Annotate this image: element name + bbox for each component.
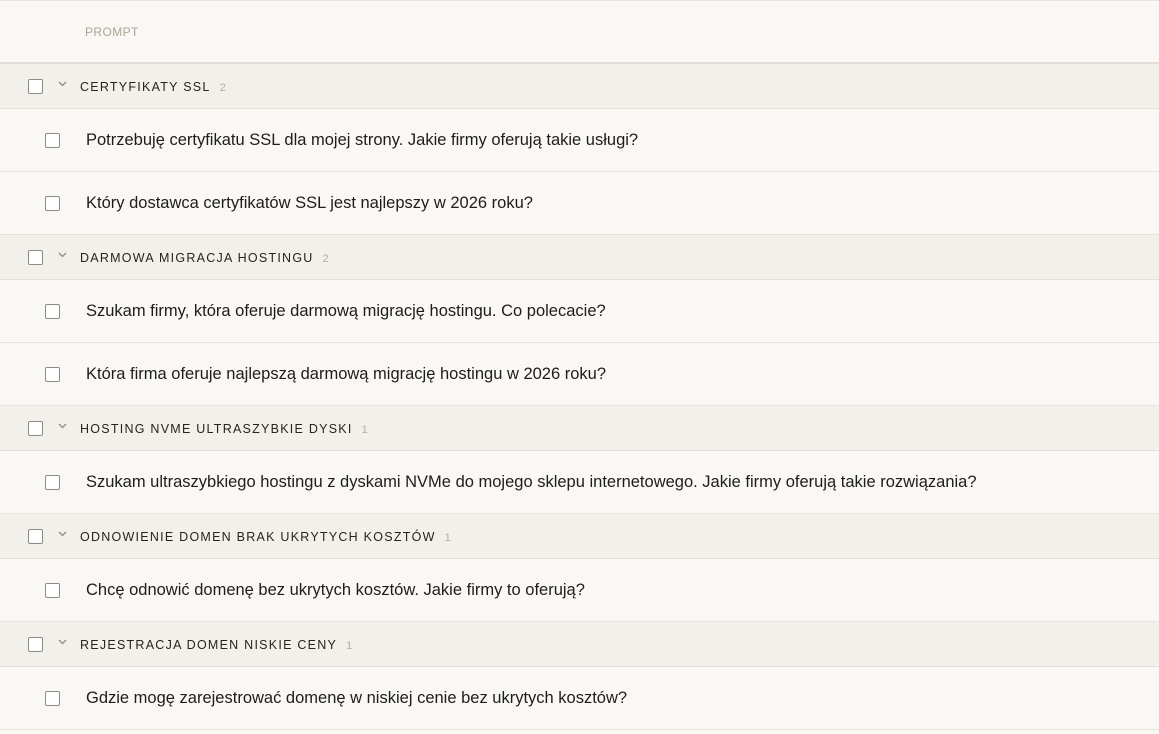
prompt-text: Potrzebuję certyfikatu SSL dla mojej str… [86, 131, 639, 149]
row-checkbox[interactable] [45, 583, 60, 598]
table-header: PROMPT [0, 1, 1159, 64]
table-row[interactable]: Gdzie mogę zarejestrować domenę w niskie… [0, 667, 1159, 730]
group-checkbox[interactable] [28, 421, 43, 436]
row-checkbox[interactable] [45, 196, 60, 211]
group-title: DARMOWA MIGRACJA HOSTINGU 2 [80, 251, 329, 265]
group-count: 1 [346, 640, 353, 652]
prompt-text: Która firma oferuje najlepszą darmową mi… [86, 365, 607, 383]
group-row-certyfikaty-ssl[interactable]: CERTYFIKATY SSL 2 [0, 64, 1159, 109]
group-checkbox[interactable] [28, 637, 43, 652]
group-checkbox[interactable] [28, 529, 43, 544]
prompt-text: Który dostawca certyfikatów SSL jest naj… [86, 194, 533, 212]
row-checkbox[interactable] [45, 133, 60, 148]
group-title-text: CERTYFIKATY SSL [80, 80, 211, 94]
group-row-odnowienie-domen[interactable]: ODNOWIENIE DOMEN BRAK UKRYTYCH KOSZTÓW 1 [0, 514, 1159, 559]
group-title-text: DARMOWA MIGRACJA HOSTINGU [80, 251, 314, 265]
table-row[interactable]: Która firma oferuje najlepszą darmową mi… [0, 343, 1159, 406]
group-count: 2 [322, 253, 329, 265]
group-checkbox[interactable] [28, 79, 43, 94]
prompt-text: Chcę odnowić domenę bez ukrytych kosztów… [86, 581, 585, 599]
row-checkbox[interactable] [45, 304, 60, 319]
table-row[interactable]: Szukam firmy, która oferuje darmową migr… [0, 280, 1159, 343]
row-checkbox[interactable] [45, 367, 60, 382]
chevron-down-icon[interactable] [57, 249, 68, 260]
group-title: ODNOWIENIE DOMEN BRAK UKRYTYCH KOSZTÓW 1 [80, 530, 451, 544]
chevron-down-icon[interactable] [57, 420, 68, 431]
prompt-table: PROMPT CERTYFIKATY SSL 2 Potrzebuję cert… [0, 0, 1159, 734]
row-checkbox[interactable] [45, 475, 60, 490]
group-row-hosting-nvme[interactable]: HOSTING NVME ULTRASZYBKIE DYSKI 1 [0, 406, 1159, 451]
prompt-text: Szukam ultraszybkiego hostingu z dyskami… [86, 473, 977, 491]
table-row[interactable]: Szukam ultraszybkiego hostingu z dyskami… [0, 451, 1159, 514]
group-title-text: ODNOWIENIE DOMEN BRAK UKRYTYCH KOSZTÓW [80, 530, 436, 544]
group-count: 2 [219, 82, 226, 94]
chevron-down-icon[interactable] [57, 636, 68, 647]
row-checkbox[interactable] [45, 691, 60, 706]
column-header-prompt[interactable]: PROMPT [85, 25, 139, 39]
chevron-down-icon[interactable] [57, 528, 68, 539]
prompt-text: Szukam firmy, która oferuje darmową migr… [86, 302, 606, 320]
group-title-text: HOSTING NVME ULTRASZYBKIE DYSKI [80, 422, 353, 436]
group-title: HOSTING NVME ULTRASZYBKIE DYSKI 1 [80, 422, 368, 436]
table-row[interactable]: Który dostawca certyfikatów SSL jest naj… [0, 172, 1159, 235]
group-checkbox[interactable] [28, 250, 43, 265]
group-row-rejestracja-domen[interactable]: REJESTRACJA DOMEN NISKIE CENY 1 [0, 622, 1159, 667]
chevron-down-icon[interactable] [57, 78, 68, 89]
group-title: CERTYFIKATY SSL 2 [80, 80, 226, 94]
group-count: 1 [444, 532, 451, 544]
prompt-text: Gdzie mogę zarejestrować domenę w niskie… [86, 689, 628, 707]
table-row[interactable]: Potrzebuję certyfikatu SSL dla mojej str… [0, 109, 1159, 172]
group-title: REJESTRACJA DOMEN NISKIE CENY 1 [80, 638, 352, 652]
group-count: 1 [361, 424, 368, 436]
group-row-darmowa-migracja-hostingu[interactable]: DARMOWA MIGRACJA HOSTINGU 2 [0, 235, 1159, 280]
group-title-text: REJESTRACJA DOMEN NISKIE CENY [80, 638, 338, 652]
table-row[interactable]: Chcę odnowić domenę bez ukrytych kosztów… [0, 559, 1159, 622]
